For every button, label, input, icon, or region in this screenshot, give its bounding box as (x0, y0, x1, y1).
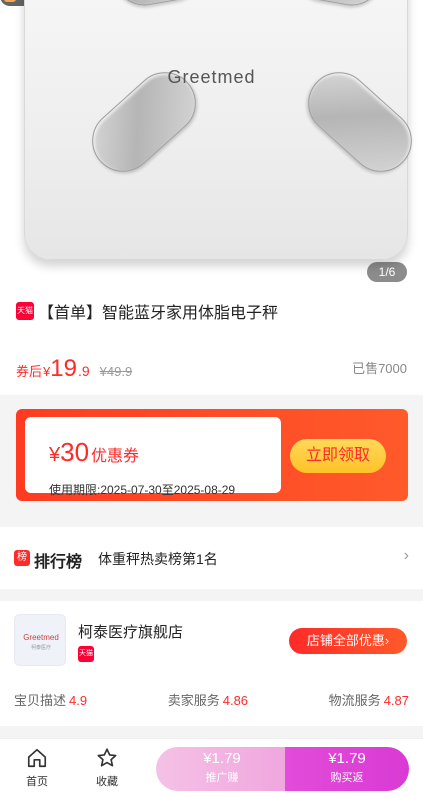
home-tab[interactable]: 首页 (15, 747, 59, 789)
bottom-action-bar: 首页 收藏 ¥1.79 推广赚 ¥1.79 购买返 (0, 738, 423, 798)
shop-logo-subtitle: 柯泰医疗 (30, 645, 51, 651)
tmall-badge-icon: 天猫 (16, 302, 34, 320)
promote-label: 推广赚 (205, 772, 239, 784)
rating-value: 4.86 (222, 693, 249, 708)
shop-logo[interactable]: Greetmed 柯泰医疗 (14, 614, 66, 666)
ranking-icon: 榜 (14, 550, 30, 566)
chip-dot-icon (4, 0, 16, 2)
favorite-tab[interactable]: 收藏 (85, 747, 129, 789)
coupon-validity: 使用期限:2025-07-30至2025-08-29 (49, 483, 236, 497)
product-brand-logo: Greetmed (167, 67, 256, 87)
promote-price: ¥1.79 (203, 750, 241, 767)
shop-card: Greetmed 柯泰医疗 柯泰医疗旗舰店 天猫 店铺全部优惠› 宝贝描述 4.9… (0, 601, 423, 726)
home-tab-label: 首页 (26, 776, 48, 788)
price-decimal: .9 (77, 363, 90, 379)
rating-label: 卖家服务 (167, 693, 220, 708)
ranking-row[interactable]: 榜 排行榜 体重秤热卖榜第1名 › (0, 527, 423, 589)
rating-item: 物流服务 4.87 (329, 690, 409, 709)
coupon-value: 30 (60, 437, 90, 467)
product-info: 天猫 【首单】智能蓝牙家用体脂电子秤 券后 ¥ 19 .9 ¥49.9 已售70… (0, 285, 423, 395)
rating-label: 宝贝描述 (14, 693, 67, 708)
product-image (24, 0, 423, 260)
rating-item: 宝贝描述 4.9 (14, 690, 87, 709)
image-page-indicator: 1/6 (367, 262, 407, 282)
chevron-right-icon: › (403, 547, 409, 564)
price-currency: ¥ (43, 364, 51, 379)
price-after-coupon-label: 券后 (16, 364, 43, 379)
product-detail-page: Greetmed 1/6 天猫 【首单】智能蓝牙家用体脂电子秤 券后 ¥ 19 … (0, 0, 423, 798)
shop-all-coupons-button[interactable]: 店铺全部优惠› (289, 628, 407, 654)
ranking-text: 体重秤热卖榜第1名 (98, 551, 218, 567)
rating-item: 卖家服务 4.86 (168, 690, 248, 709)
product-image-gallery[interactable]: Greetmed 1/6 (0, 0, 423, 285)
title-row: 天猫 【首单】智能蓝牙家用体脂电子秤 (16, 299, 278, 323)
product-title: 【首单】智能蓝牙家用体脂电子秤 (38, 305, 279, 322)
coupon-label: 优惠券 (91, 448, 140, 465)
rating-value: 4.87 (383, 693, 409, 708)
sold-count: 已售7000 (352, 361, 407, 376)
rating-value: 4.9 (69, 693, 88, 708)
coupon-currency: ¥ (49, 444, 61, 466)
favorite-tab-label: 收藏 (96, 776, 118, 788)
buy-rebate-button[interactable]: ¥1.79 购买返 (285, 747, 409, 791)
ranking-logo: 排行榜 (34, 554, 83, 571)
shop-logo-name: Greetmed (23, 633, 59, 642)
buy-price: ¥1.79 (328, 750, 366, 767)
shop-ratings: 宝贝描述 4.9 卖家服务 4.86 物流服务 4.87 (14, 690, 409, 709)
scale-electrode-top-right (288, 0, 388, 11)
coupon-amount: ¥ 30 优惠券 (49, 437, 139, 468)
star-icon (97, 748, 117, 767)
scale-electrode-top-left (108, 0, 208, 11)
coupon-card[interactable]: ¥ 30 优惠券 使用期限:2025-07-30至2025-08-29 立即领取 (16, 409, 408, 501)
rating-label: 物流服务 (328, 693, 381, 708)
home-icon (27, 748, 47, 768)
original-price: ¥49.9 (99, 364, 133, 379)
claim-coupon-button[interactable]: 立即领取 (290, 439, 386, 473)
coupon-ticket: ¥ 30 优惠券 使用期限:2025-07-30至2025-08-29 (25, 417, 281, 497)
tmall-badge-icon: 天猫 (78, 646, 94, 662)
shop-name[interactable]: 柯泰医疗旗舰店 (78, 621, 183, 642)
price-row: 券后 ¥ 19 .9 ¥49.9 (16, 355, 132, 383)
coupon-section: ¥ 30 优惠券 使用期限:2025-07-30至2025-08-29 立即领取 (0, 395, 423, 518)
buy-label: 购买返 (330, 772, 364, 784)
promote-earn-button[interactable]: ¥1.79 推广赚 (156, 747, 288, 791)
price-integer: 19 (50, 355, 77, 382)
